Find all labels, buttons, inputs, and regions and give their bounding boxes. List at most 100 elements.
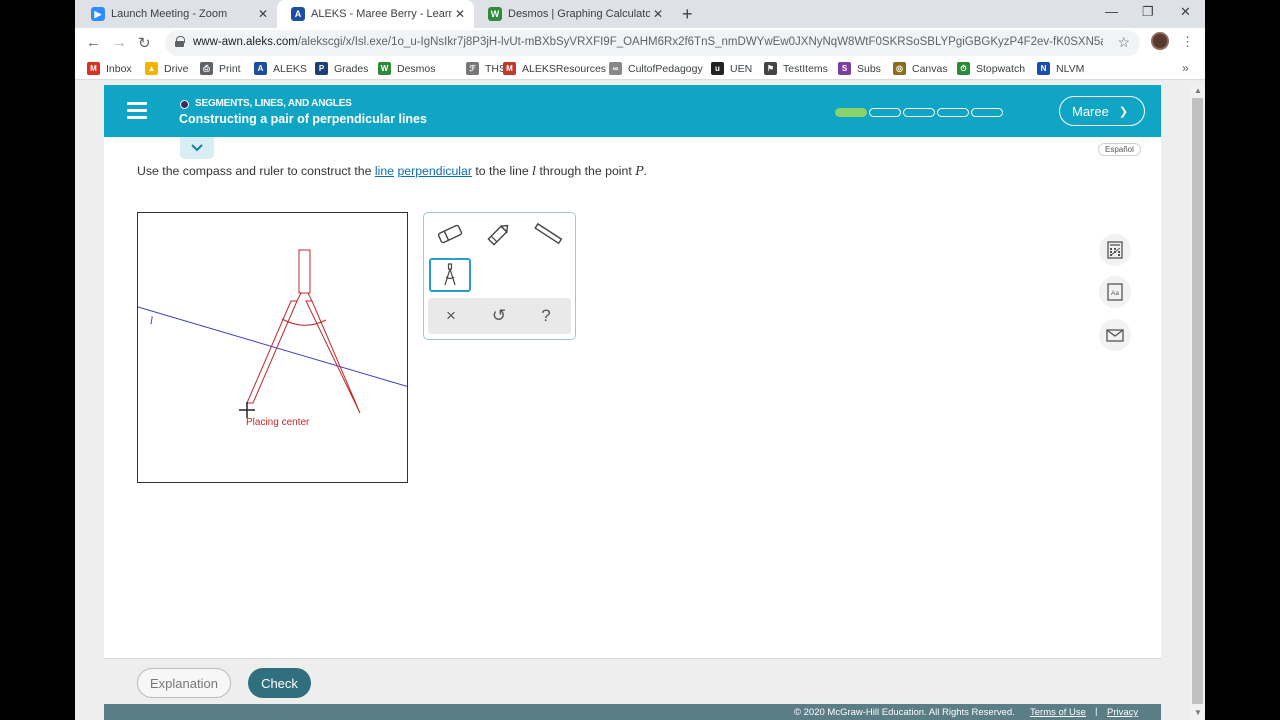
compass-tool-button[interactable] xyxy=(429,258,471,292)
bookmark-aleks[interactable]: A ALEKS xyxy=(254,62,307,75)
bookmark-aleksresources[interactable]: M ALEKSResources xyxy=(503,62,606,75)
copyright-bar: © 2020 McGraw-Hill Education. All Rights… xyxy=(104,704,1161,720)
tool-panel: × ↺ ? xyxy=(423,212,576,340)
compass-tool[interactable] xyxy=(246,249,361,414)
bookmark-stopwatch[interactable]: ⏱ Stopwatch xyxy=(957,62,1025,75)
zoom-icon: ▶ xyxy=(91,7,105,21)
bookmark-icon: P xyxy=(315,62,328,75)
line-l xyxy=(138,306,407,387)
bookmark-label: Drive xyxy=(164,62,189,75)
hamburger-menu-icon[interactable] xyxy=(127,102,147,119)
more-bookmarks-icon[interactable]: » xyxy=(1182,61,1189,75)
bookmark-icon: A xyxy=(254,62,267,75)
close-icon[interactable]: ✕ xyxy=(452,7,468,21)
bookmark-label: Grades xyxy=(334,62,369,75)
bookmark-print[interactable]: ⎙ Print xyxy=(200,62,241,75)
new-tab-button[interactable]: + xyxy=(682,4,693,25)
bookmark-icon: M xyxy=(87,62,100,75)
compass-pencil-leg[interactable] xyxy=(305,300,361,414)
scroll-down-icon[interactable]: ▼ xyxy=(1194,708,1202,717)
bookmark-desmos[interactable]: W Desmos xyxy=(378,62,436,75)
close-icon[interactable]: ✕ xyxy=(255,7,271,21)
bookmark-label: ALEKS xyxy=(273,62,307,75)
tab-title: ALEKS - Maree Berry - Learn xyxy=(311,8,452,20)
bookmark-label: UEN xyxy=(730,62,753,75)
message-button[interactable] xyxy=(1099,319,1131,351)
maximize-icon[interactable]: ❐ xyxy=(1142,4,1154,20)
dictionary-button[interactable]: Aa xyxy=(1099,276,1131,308)
pencil-tool[interactable] xyxy=(478,217,520,251)
bookmark-cultofpedagogy[interactable]: ∞ CultofPedagogy xyxy=(609,62,703,75)
aleks-header: SEGMENTS, LINES, AND ANGLES Constructing… xyxy=(104,85,1161,137)
desmos-icon: W xyxy=(488,7,502,21)
url-text[interactable]: www-awn.aleks.com/alekscgi/x/Isl.exe/1o_… xyxy=(193,36,1103,48)
calculator-button[interactable] xyxy=(1099,234,1131,266)
dictionary-icon: Aa xyxy=(1107,283,1123,301)
user-name: Maree xyxy=(1072,103,1109,119)
menu-icon[interactable]: ⋮ xyxy=(1181,34,1194,50)
bookmark-nlvm[interactable]: N NLVM xyxy=(1037,62,1084,75)
svg-text:Aa: Aa xyxy=(1111,290,1119,297)
espanol-button[interactable]: Español xyxy=(1098,143,1141,156)
bookmark-icon: N xyxy=(1037,62,1050,75)
bookmark-icon: ▲ xyxy=(145,62,158,75)
expand-header-button[interactable] xyxy=(180,137,214,159)
explanation-button[interactable]: Explanation xyxy=(137,668,231,698)
mail-icon xyxy=(1106,328,1124,342)
scrollbar-thumb[interactable] xyxy=(1192,98,1203,704)
chevron-down-icon: ❯ xyxy=(1118,105,1129,118)
url-path: /alekscgi/x/Isl.exe/1o_u-IgNsIkr7j8P3jH-… xyxy=(297,36,1103,48)
scroll-up-icon[interactable]: ▲ xyxy=(1194,86,1202,95)
clear-button[interactable]: × xyxy=(441,306,461,326)
minimize-icon[interactable]: — xyxy=(1105,4,1118,19)
topic-title: SEGMENTS, LINES, AND ANGLES xyxy=(195,98,352,109)
bookmark-canvas[interactable]: ◎ Canvas xyxy=(893,62,948,75)
bookmark-label: NLVM xyxy=(1056,62,1085,75)
check-button[interactable]: Check xyxy=(248,668,311,698)
tab-aleks[interactable]: A ALEKS - Maree Berry - Learn ✕ xyxy=(277,0,474,28)
eraser-tool[interactable] xyxy=(429,217,471,251)
terms-link[interactable]: Terms of Use xyxy=(1030,707,1086,718)
question-part: Use the compass and ruler to construct t… xyxy=(137,164,375,178)
forward-icon[interactable]: → xyxy=(112,34,127,51)
bookmark-icon: ⏱ xyxy=(957,62,970,75)
aleks-icon: A xyxy=(291,7,305,21)
tab-desmos[interactable]: W Desmos | Graphing Calculator ✕ xyxy=(474,0,672,28)
bookmark-grades[interactable]: P Grades xyxy=(315,62,368,75)
help-button[interactable]: ? xyxy=(536,306,556,326)
perpendicular-link[interactable]: perpendicular xyxy=(397,164,472,178)
profile-avatar[interactable] xyxy=(1151,32,1169,50)
topic-dot-icon xyxy=(180,100,189,109)
bookmark-inbox[interactable]: M Inbox xyxy=(87,62,132,75)
footer-separator: | xyxy=(1095,706,1098,717)
bookmark-star-icon[interactable]: ☆ xyxy=(1117,34,1130,51)
bookmark-icon: M xyxy=(503,62,516,75)
user-menu-button[interactable]: Maree ❯ xyxy=(1059,96,1145,126)
compass-handle[interactable] xyxy=(298,249,311,294)
question-part: . xyxy=(643,164,647,178)
bookmark-testitems[interactable]: ⚑ TestItems xyxy=(764,62,828,75)
window-close-icon[interactable]: ✕ xyxy=(1180,4,1191,20)
construction-canvas[interactable]: l Placing center xyxy=(137,212,408,483)
bookmark-subs[interactable]: S Subs xyxy=(838,62,881,75)
line-link[interactable]: line xyxy=(375,164,394,178)
lesson-title: Constructing a pair of perpendicular lin… xyxy=(179,112,427,126)
back-icon[interactable]: ← xyxy=(86,34,101,51)
bookmark-icon: W xyxy=(378,62,391,75)
progress-segment xyxy=(971,108,1003,117)
ruler-tool[interactable] xyxy=(527,217,569,251)
pencil-icon xyxy=(487,224,509,246)
reload-icon[interactable]: ↻ xyxy=(138,34,151,52)
address-bar[interactable]: www-awn.aleks.com/alekscgi/x/Isl.exe/1o_… xyxy=(165,30,1140,56)
progress-segment xyxy=(903,108,935,117)
undo-button[interactable]: ↺ xyxy=(489,306,509,326)
lock-icon xyxy=(175,36,185,47)
progress-segment xyxy=(937,108,969,117)
bookmark-label: ALEKSResources xyxy=(522,62,607,75)
bookmark-drive[interactable]: ▲ Drive xyxy=(145,62,189,75)
close-icon[interactable]: ✕ xyxy=(650,7,666,21)
tab-zoom[interactable]: ▶ Launch Meeting - Zoom ✕ xyxy=(77,0,277,28)
bookmark-uen[interactable]: u UEN xyxy=(711,62,752,75)
line-l-label: l xyxy=(150,316,153,327)
privacy-link[interactable]: Privacy xyxy=(1107,707,1138,718)
